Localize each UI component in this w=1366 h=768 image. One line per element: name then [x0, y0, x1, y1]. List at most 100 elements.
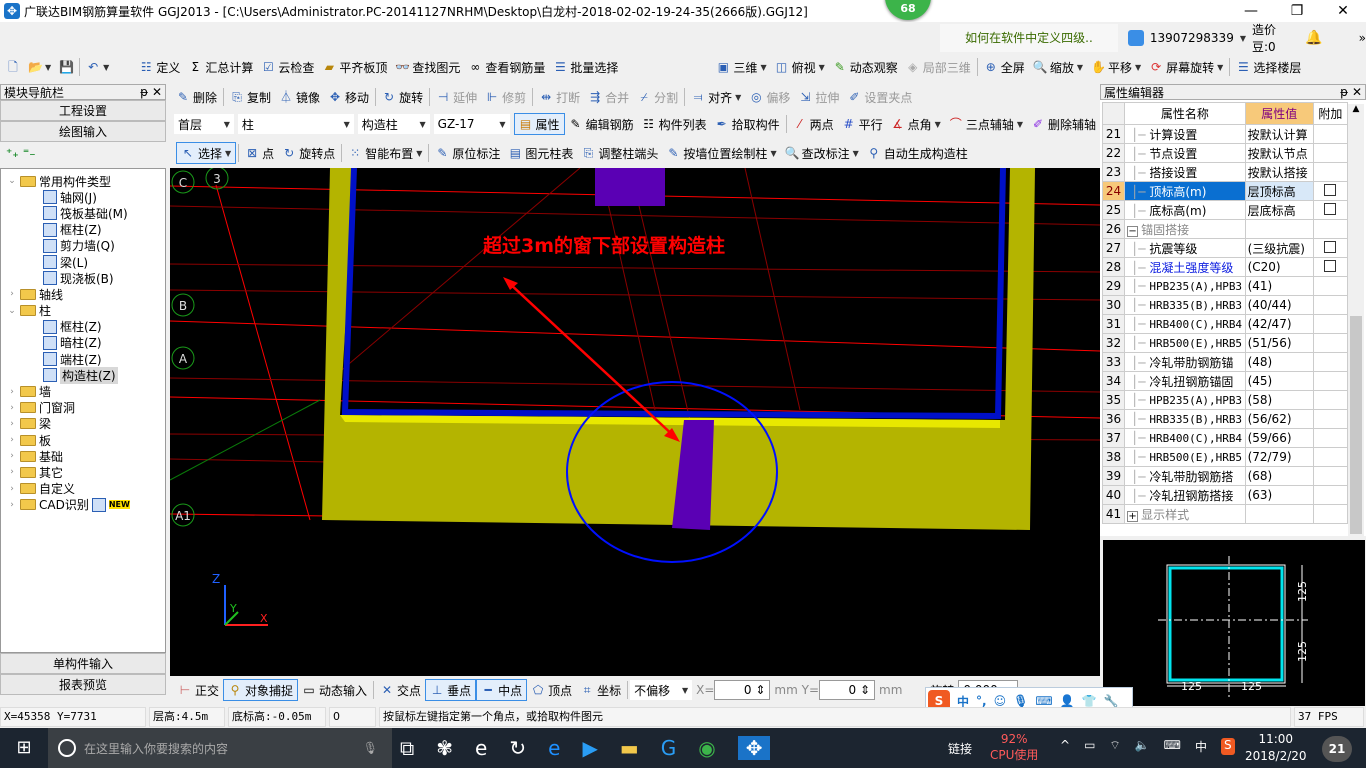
collapse-icon[interactable]: − — [1127, 225, 1139, 237]
fullscreen-button[interactable]: ⊕ 全屏 — [980, 56, 1029, 78]
property-row[interactable]: 23 │─ 搭接设置 按默认搭接 — [1101, 162, 1349, 182]
property-value[interactable]: (63) — [1244, 485, 1314, 505]
point-button[interactable]: ⊠ 点 — [241, 142, 278, 164]
green-app-icon[interactable]: ◉ — [698, 736, 715, 760]
property-value[interactable]: (56/62) — [1244, 409, 1314, 429]
minimize-button[interactable]: — — [1228, 0, 1274, 22]
object-snap-button[interactable]: ⚲ 对象捕捉 — [223, 679, 299, 701]
tree-item[interactable]: 暗柱(Z) — [7, 335, 165, 351]
tree-item[interactable]: ⌄ 常用构件类型 — [7, 173, 165, 189]
ggj-app-icon[interactable]: ✥ — [737, 736, 771, 760]
property-value[interactable] — [1244, 504, 1314, 524]
touch-keyboard-icon[interactable]: ⌨ — [1164, 738, 1181, 755]
align-slab-top-button[interactable]: ▰ 平齐板顶 — [318, 56, 391, 78]
property-value[interactable]: (45) — [1244, 371, 1314, 391]
link-toolbar[interactable]: 链接 — [948, 740, 972, 757]
swirl-app-icon[interactable]: ↻ — [509, 736, 526, 760]
align-button[interactable]: ⫤ 对齐 ▼ — [687, 86, 745, 108]
property-row[interactable]: 37 │─ HRB400(C),HRB4 (59/66) — [1101, 428, 1349, 448]
property-row[interactable]: 25 │─ 底标高(m) 层底标高 — [1101, 200, 1349, 220]
mirror-button[interactable]: ⏃ 镜像 — [275, 86, 324, 108]
screen-rotate-button[interactable]: ⟳ 屏幕旋转 ▼ — [1145, 56, 1227, 78]
chevron-right-icon[interactable]: › — [7, 403, 17, 413]
chevron-right-icon[interactable]: › — [7, 484, 17, 494]
input-language[interactable]: 中 — [1195, 738, 1207, 755]
cloud-check-button[interactable]: ☑ 云检查 — [257, 56, 318, 78]
point-angle-button[interactable]: ∡ 点角 ▼ — [887, 113, 945, 135]
expand-all-icon[interactable]: ⁺₊ — [6, 146, 19, 160]
property-value[interactable]: 按默认计算 — [1244, 124, 1314, 144]
tree-item[interactable]: › 轴线 — [7, 286, 165, 302]
report-preview-button[interactable]: 报表预览 — [0, 674, 166, 695]
property-row[interactable]: 27 │─ 抗震等级 (三级抗震) — [1101, 238, 1349, 258]
property-row[interactable]: 24 │─ 顶标高(m) 层顶标高 — [1101, 181, 1349, 201]
adjust-column-end-button[interactable]: ⎘ 调整柱端头 — [577, 142, 662, 164]
explorer-icon[interactable]: ▬ — [620, 736, 639, 760]
windows-start-icon[interactable]: ⊞ — [0, 728, 48, 768]
clock[interactable]: 11:00 2018/2/20 — [1245, 731, 1307, 765]
pin-close-icons[interactable]: ᵽ ✕ — [140, 85, 162, 99]
x-offset-input[interactable]: 0 ⇕ — [714, 680, 771, 700]
top-view-button[interactable]: ◫ 俯视 ▼ — [771, 56, 829, 78]
property-row[interactable]: 31 │─ HRB400(C),HRB4 (42/47) — [1101, 314, 1349, 334]
close-button[interactable]: ✕ — [1320, 0, 1366, 22]
wrench-icon[interactable]: 🔧 — [1104, 694, 1119, 708]
select-floor-button[interactable]: ☰ 选择楼层 — [1232, 56, 1305, 78]
open-file-button[interactable]: 📂 ▼ — [24, 56, 55, 78]
tree-item[interactable]: 框柱(Z) — [7, 319, 165, 335]
move-button[interactable]: ✥ 移动 — [324, 86, 373, 108]
chevron-right-icon[interactable]: › — [7, 435, 17, 445]
dynamic-input-button[interactable]: ▭ 动态输入 — [298, 679, 371, 701]
view-rebar-button[interactable]: ∞ 查看钢筋量 — [464, 56, 549, 78]
tree-item[interactable]: 现浇板(B) — [7, 270, 165, 286]
tree-item[interactable]: › 门窗洞 — [7, 400, 165, 416]
tree-item[interactable]: › 板 — [7, 432, 165, 448]
scroll-thumb[interactable] — [1350, 316, 1362, 534]
property-row[interactable]: 30 │─ HRB335(B),HRB3 (40/44) — [1101, 295, 1349, 315]
glodon-icon[interactable]: G — [661, 736, 677, 760]
tree-item[interactable]: 端柱(Z) — [7, 351, 165, 367]
draw-by-wall-button[interactable]: ✎ 按墙位置绘制柱 ▼ — [662, 142, 780, 164]
drawing-input-button[interactable]: 绘图输入 — [0, 121, 166, 142]
property-value[interactable]: (51/56) — [1244, 333, 1314, 353]
user-icon[interactable]: 👤 — [1060, 694, 1075, 708]
tree-item[interactable]: 筏板基础(M) — [7, 205, 165, 221]
property-value[interactable]: (41) — [1244, 276, 1314, 296]
pinwheel-app-icon[interactable]: ✾ — [436, 736, 453, 760]
three-point-axis-button[interactable]: ⌒ 三点辅轴 ▼ — [945, 113, 1027, 135]
parallel-axis-button[interactable]: # 平行 — [838, 113, 887, 135]
property-row[interactable]: 38 │─ HRB500(E),HRB5 (72/79) — [1101, 447, 1349, 467]
component-select[interactable]: GZ-17 ▼ — [433, 114, 510, 134]
ortho-button[interactable]: ⊢ 正交 — [174, 679, 223, 701]
chevron-right-icon[interactable]: › — [7, 419, 17, 429]
pin-close-icons[interactable]: ᵽ ✕ — [1340, 85, 1362, 99]
vertex-snap-button[interactable]: ⬠ 顶点 — [527, 679, 576, 701]
ime-punct[interactable]: °, — [976, 694, 987, 708]
notification-center[interactable]: 21 — [1322, 736, 1352, 762]
coordinate-snap-button[interactable]: ⌗ 坐标 — [576, 679, 625, 701]
delete-axis-button[interactable]: ✐ 删除辅轴 — [1027, 113, 1100, 135]
intersection-snap-button[interactable]: ✕ 交点 — [376, 679, 425, 701]
merge-button[interactable]: ⇶ 合并 — [584, 86, 633, 108]
floor-select[interactable]: 首层 ▼ — [174, 114, 234, 134]
midpoint-snap-button[interactable]: ━ 中点 — [476, 679, 528, 701]
microphone-icon[interactable]: 🎙 — [363, 741, 378, 755]
property-value[interactable]: (C20) — [1244, 257, 1314, 277]
in-place-annotation-button[interactable]: ✎ 原位标注 — [431, 142, 504, 164]
define-button[interactable]: ☷ 定义 — [135, 56, 184, 78]
keyboard-icon[interactable]: ⌨ — [1035, 694, 1052, 708]
break-button[interactable]: ⇹ 打断 — [535, 86, 584, 108]
rotate-point-button[interactable]: ↻ 旋转点 — [278, 142, 339, 164]
volume-icon[interactable]: 🔈 — [1135, 738, 1150, 755]
battery-icon[interactable]: ▭ — [1084, 738, 1095, 755]
set-grip-button[interactable]: ✐ 设置夹点 — [843, 86, 916, 108]
property-scrollbar[interactable]: ▲ — [1348, 104, 1364, 536]
new-file-button[interactable]: 🗋 — [2, 56, 24, 78]
extend-button[interactable]: ⊣ 延伸 — [432, 86, 481, 108]
property-value[interactable]: 按默认节点 — [1244, 143, 1314, 163]
expand-collapse-icons[interactable]: ⁺₊ ⁼₋ — [0, 142, 166, 168]
tree-item[interactable]: ⌄ 柱 — [7, 303, 165, 319]
tree-item[interactable]: › CAD识别 NEW — [7, 497, 165, 513]
property-row[interactable]: 34 │─ 冷轧扭钢筋锚固 (45) — [1101, 371, 1349, 391]
property-value[interactable]: 层底标高 — [1244, 200, 1314, 220]
